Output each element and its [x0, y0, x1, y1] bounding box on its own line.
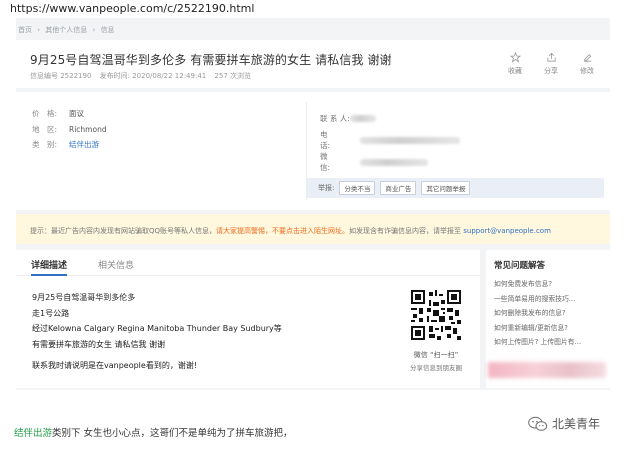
favorite-button[interactable]: 收藏 [504, 52, 526, 76]
edit-label: 修改 [580, 67, 594, 75]
price-row: 价 格: 面议 [32, 106, 107, 122]
category-row: 类 别: 结伴出游 [32, 137, 107, 153]
wechat-share: 微信 “扫一扫” 分享信息到朋友圈 [396, 290, 476, 372]
contact-person-label: 联 系 人: [320, 113, 350, 123]
faq-item[interactable]: 如何免费发布信息? [494, 278, 581, 293]
notice-warning: 请大家提高警惕，不要点击进入陌生网址。 [216, 227, 350, 235]
favorite-label: 收藏 [508, 67, 522, 75]
post-attributes: 价 格: 面议 地 区: Richmond 类 别: 结伴出游 [32, 106, 107, 153]
category-label: 类 别: [32, 140, 58, 150]
post-info-card: 价 格: 面议 地 区: Richmond 类 别: 结伴出游 联 系 人: 电… [16, 92, 610, 210]
support-email-link[interactable]: support@vanpeople.com [463, 227, 551, 235]
post-views: 257 次浏览 [214, 72, 252, 80]
share-label: 分享 [544, 67, 558, 75]
post-title: 9月25号自驾温哥华到多伦多 有需要拼车旅游的女生 请私信我 谢谢 [30, 53, 392, 67]
region-value: Richmond [69, 124, 107, 134]
post-meta: 信息编号 2522190 发布时间: 2020/08/22 12:49:41 2… [30, 71, 257, 81]
contact-info: 联 系 人: 电 话: 微 信: [320, 107, 460, 173]
qr-caption: 微信 “扫一扫” [413, 351, 459, 359]
description-body: 9月25号自驾温哥华到多伦多 走1号公路 经过Kelowna Calgary R… [32, 290, 282, 374]
category-inline-link[interactable]: 结伴出游 [14, 428, 52, 439]
redacted-phone [360, 136, 460, 144]
breadcrumb-category[interactable]: 其他个人信息 [45, 26, 87, 34]
description-line: 有需要拼车旅游的女生 请私信我 谢谢 [32, 339, 166, 349]
star-icon [509, 52, 521, 63]
faq-title: 常见问题解答 [494, 261, 546, 271]
redacted-ad-banner [488, 362, 606, 378]
qr-code-icon[interactable] [411, 290, 461, 340]
edit-icon [583, 54, 591, 62]
edit-button[interactable]: 修改 [576, 52, 598, 76]
breadcrumb: 首页 › 其他个人信息 › 信息 [18, 25, 118, 35]
breadcrumb-separator: › [37, 26, 41, 34]
share-icon [546, 52, 556, 62]
price-value: 面议 [69, 109, 84, 119]
share-button[interactable]: 分享 [540, 52, 562, 76]
contact-phone-label: 电 话: [320, 130, 343, 150]
category-link[interactable]: 结伴出游 [69, 139, 99, 150]
redacted-contact-person [350, 114, 376, 122]
account-watermark: 北美青年 [528, 415, 600, 432]
post-actions: 收藏 分享 修改 [504, 52, 598, 76]
description-line: 联系我时请说明是在vanpeople看到的，谢谢! [32, 361, 198, 370]
report-other-button[interactable]: 其它问题举报 [421, 181, 471, 195]
faq-item[interactable]: 如何重新编辑/更新信息? [494, 322, 581, 337]
qr-subcaption: 分享信息到朋友圈 [410, 364, 462, 372]
caption-text: 结伴出游类别下 女生也小心点，这哥们不是单纯为了拼车旅游把， [14, 425, 293, 439]
tab-description[interactable]: 详细描述 [31, 258, 67, 271]
post-id: 信息编号 2522190 [30, 72, 92, 80]
detail-card: 详细描述 相关信息 9月25号自驾温哥华到多伦多 走1号公路 经过Kelowna… [16, 250, 480, 388]
redacted-wechat [360, 158, 428, 166]
caption-body: 类别下 女生也小心点，这哥们不是单纯为了拼车旅游把， [52, 428, 293, 439]
detail-tabs: 详细描述 相关信息 [16, 250, 480, 276]
post-published: 发布时间: 2020/08/22 12:49:41 [99, 72, 207, 80]
faq-item[interactable]: 一些简单易用的搜索技巧... [494, 293, 581, 308]
contact-wechat-label: 微 信: [320, 152, 343, 172]
faq-sidebar: 常见问题解答 如何免费发布信息? 一些简单易用的搜索技巧... 如何删除我发布的… [486, 250, 610, 388]
contact-phone-row: 电 话: [320, 129, 460, 151]
report-label: 举报: [318, 184, 335, 192]
report-misclassified-button[interactable]: 分类不当 [339, 181, 376, 195]
breadcrumb-current: 信息 [100, 26, 115, 34]
breadcrumb-home[interactable]: 首页 [18, 26, 32, 34]
warning-notice: 提示：最近广告内容内发现有网站骗取QQ账号等私人信息，请大家提高警惕，不要点击进… [16, 214, 610, 244]
region-label: 地 区: [32, 124, 58, 134]
description-line: 走1号公路 [32, 308, 70, 318]
notice-prefix: 提示：最近广告内容内发现有网站骗取QQ账号等私人信息， [30, 227, 217, 235]
tab-related[interactable]: 相关信息 [98, 258, 134, 271]
region-row: 地 区: Richmond [32, 122, 107, 138]
report-ad-button[interactable]: 商业广告 [380, 181, 417, 195]
active-tab-indicator [31, 274, 67, 276]
watermark-text: 北美青年 [552, 417, 601, 431]
page-url[interactable]: https://www.vanpeople.com/c/2522190.html [10, 2, 254, 15]
contact-person-row: 联 系 人: [320, 107, 460, 129]
faq-item[interactable]: 如何上传图片? 上传图片有... [494, 336, 581, 351]
description-line: 9月25号自驾温哥华到多伦多 [32, 293, 136, 302]
wechat-icon [528, 416, 548, 431]
price-label: 价 格: [32, 109, 58, 119]
faq-item[interactable]: 如何删除我发布的信息? [494, 307, 581, 322]
description-line: 经过Kelowna Calgary Regina Manitoba Thunde… [32, 324, 282, 333]
report-bar: 举报: 分类不当 商业广告 其它问题举报 [306, 178, 604, 198]
faq-list: 如何免费发布信息? 一些简单易用的搜索技巧... 如何删除我发布的信息? 如何重… [494, 278, 581, 351]
post-header-card: 9月25号自驾温哥华到多伦多 有需要拼车旅游的女生 请私信我 谢谢 信息编号 2… [16, 40, 610, 88]
breadcrumb-separator: › [92, 26, 96, 34]
contact-wechat-row: 微 信: [320, 151, 460, 173]
notice-middle: 如发现含有诈骗信息内容，请举报至 [349, 227, 464, 235]
